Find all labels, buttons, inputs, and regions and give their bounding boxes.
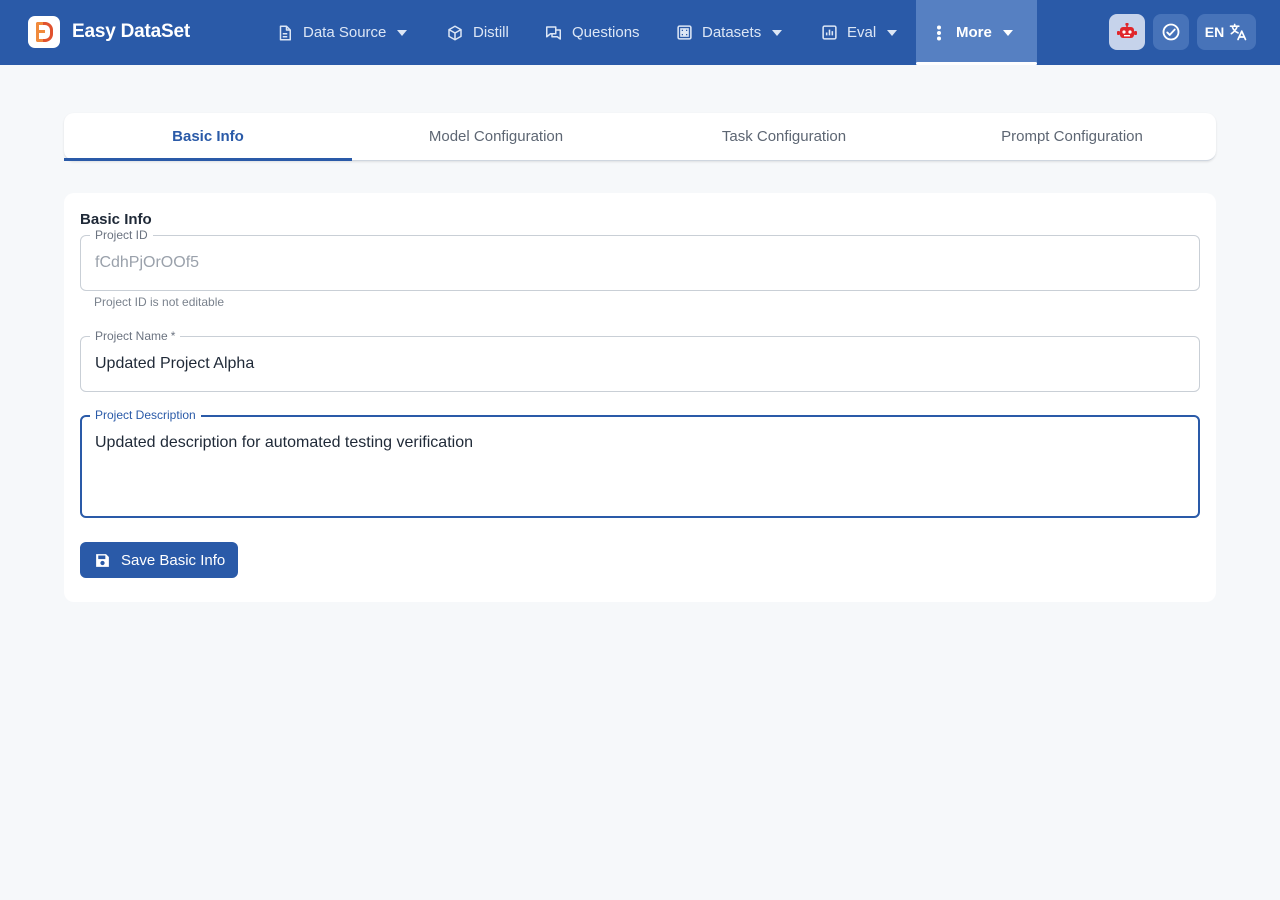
- caret-down-icon: [1002, 29, 1013, 36]
- caret-down-icon: [397, 29, 408, 36]
- nav-more-label: More: [956, 24, 992, 41]
- project-id-label: Project ID: [90, 228, 153, 242]
- tab-prompt-configuration[interactable]: Prompt Configuration: [928, 113, 1216, 160]
- project-name-label-text: Project Name: [95, 329, 168, 343]
- translate-icon: [1229, 23, 1247, 41]
- tab-basic-info[interactable]: Basic Info: [64, 113, 352, 161]
- task-status-button[interactable]: [1153, 14, 1189, 50]
- settings-tabs: Basic Info Model Configuration Task Conf…: [64, 113, 1216, 161]
- nav-datasets-label: Datasets: [702, 24, 762, 41]
- nav-more[interactable]: More: [916, 0, 1037, 65]
- app-logo-icon: [28, 16, 60, 48]
- robot-icon: [1117, 23, 1137, 38]
- project-name-input[interactable]: Updated Project Alpha: [95, 355, 254, 373]
- nav-data-source[interactable]: Data Source: [276, 0, 408, 65]
- nav-eval[interactable]: Eval: [821, 0, 898, 65]
- section-title: Basic Info: [80, 211, 152, 228]
- check-circle-icon: [1162, 23, 1180, 41]
- cube-icon: [448, 25, 462, 40]
- project-description-textarea[interactable]: Updated description for automated testin…: [95, 434, 473, 452]
- caret-down-icon: [887, 29, 898, 36]
- project-name-field[interactable]: Project Name * Updated Project Alpha: [80, 329, 1200, 392]
- nav-questions-label: Questions: [572, 24, 640, 41]
- nav-distill-label: Distill: [473, 24, 509, 41]
- floppy-disk-icon: [96, 553, 109, 567]
- nav-questions[interactable]: Questions: [544, 0, 640, 65]
- project-description-field[interactable]: Project Description Updated description …: [80, 408, 1200, 518]
- project-id-field: Project ID fCdhPjOrOOf5: [80, 228, 1200, 291]
- tab-task-configuration[interactable]: Task Configuration: [640, 113, 928, 160]
- project-id-value: fCdhPjOrOOf5: [95, 254, 200, 271]
- nav-datasets[interactable]: Datasets: [676, 0, 783, 65]
- nav-eval-label: Eval: [847, 24, 877, 41]
- brand[interactable]: Easy DataSet: [28, 16, 190, 48]
- app-name: Easy DataSet: [72, 21, 191, 42]
- grid-icon: [677, 25, 692, 40]
- model-robot-button[interactable]: [1109, 14, 1145, 50]
- caret-down-icon: [772, 29, 783, 36]
- bar-chart-icon: [822, 25, 837, 40]
- top-nav-bar: Easy DataSet Data Source Distill Questio…: [0, 0, 1280, 65]
- document-icon: [279, 25, 291, 40]
- basic-info-card: Basic Info Project ID fCdhPjOrOOf5 Proje…: [64, 193, 1216, 602]
- language-code: EN: [1204, 24, 1225, 40]
- nav-distill[interactable]: Distill: [446, 0, 509, 65]
- project-name-label: Project Name *: [90, 329, 181, 343]
- required-mark: *: [170, 329, 176, 343]
- language-switcher[interactable]: EN: [1197, 14, 1256, 50]
- chat-icon: [546, 25, 561, 40]
- vertical-dots-icon: [937, 25, 941, 40]
- project-description-label: Project Description: [90, 408, 201, 422]
- project-id-helper-text: Project ID is not editable: [94, 295, 225, 309]
- nav-data-source-label: Data Source: [303, 24, 387, 41]
- save-button-label: Save Basic Info: [121, 551, 226, 569]
- tab-model-configuration[interactable]: Model Configuration: [352, 113, 640, 160]
- save-basic-info-button[interactable]: Save Basic Info: [80, 542, 238, 578]
